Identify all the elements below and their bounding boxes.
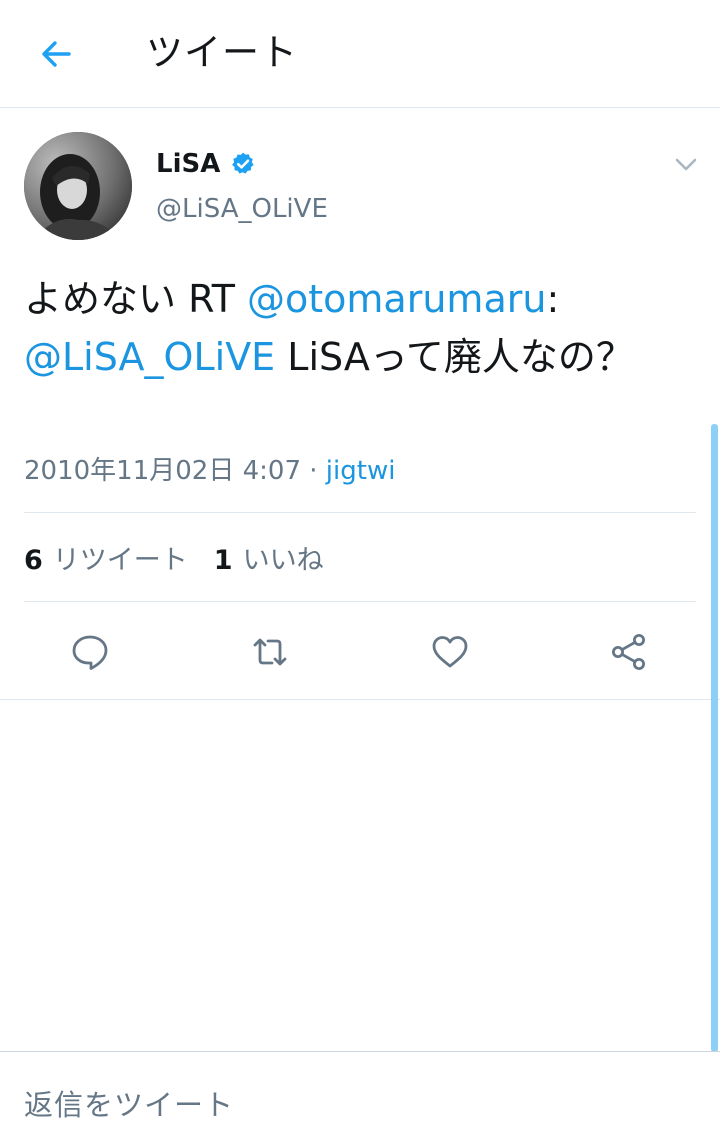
retweets-stat[interactable]: 6 リツイート [24, 538, 188, 577]
author-info[interactable]: LiSA @LiSA_OLiVE [156, 146, 328, 224]
mention-link[interactable]: @otomarumaru [247, 277, 546, 321]
text-suffix: LiSAって廃人なの？ [275, 335, 634, 379]
tweet-detail: LiSA @LiSA_OLiVE よめない RT @otomarumaru: @L… [0, 108, 720, 700]
retweet-icon[interactable] [250, 632, 290, 672]
likes-count: 1 [213, 544, 233, 576]
mention-link[interactable]: @LiSA_OLiVE [24, 335, 275, 379]
timestamp: 2010年11月02日 4:07 [24, 456, 301, 486]
avatar[interactable] [24, 132, 132, 240]
reply-input[interactable]: 返信をツイート [24, 1082, 234, 1124]
reply-icon[interactable] [70, 632, 110, 672]
tweet-text: よめない RT @otomarumaru: @LiSA_OLiVE LiSAって廃… [24, 270, 664, 386]
page-title: ツイート [146, 31, 298, 74]
handle: @LiSA_OLiVE [156, 194, 328, 224]
retweets-count: 6 [24, 544, 43, 576]
scrollbar[interactable] [711, 424, 718, 1052]
action-bar [0, 618, 720, 684]
like-icon[interactable] [430, 632, 470, 672]
likes-label: いいね [242, 544, 324, 576]
text-prefix: よめない RT [24, 277, 248, 321]
display-name: LiSA [156, 149, 221, 179]
arrow-left-icon [42, 41, 71, 67]
back-button[interactable] [28, 26, 84, 82]
text-colon: : [546, 277, 560, 321]
likes-stat[interactable]: 1 いいね [214, 538, 324, 577]
engagement-stats: 6 リツイート 1 いいね [24, 512, 696, 602]
share-icon[interactable] [609, 632, 649, 672]
chevron-down-icon[interactable] [672, 150, 700, 178]
verified-badge-icon [232, 152, 254, 174]
reply-composer[interactable]: 返信をツイート [0, 1051, 720, 1128]
tweet-meta: 2010年11月02日 4:07 · jigtwi [24, 450, 395, 487]
meta-separator: · [301, 456, 326, 486]
top-bar: ツイート [0, 0, 720, 108]
retweets-label: リツイート [52, 544, 188, 576]
source-link[interactable]: jigtwi [326, 456, 396, 486]
